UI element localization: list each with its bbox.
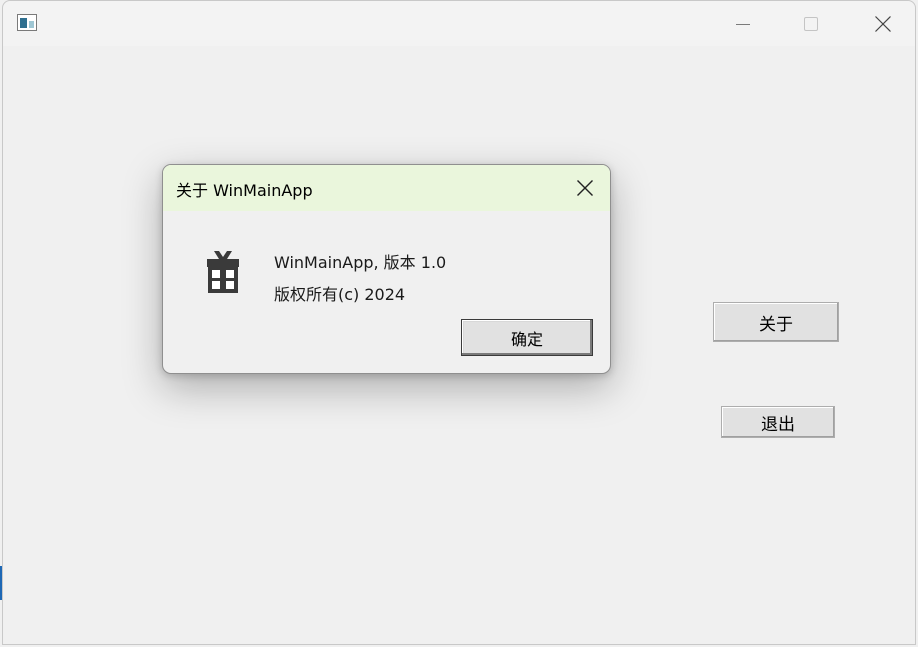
dialog-title: 关于 WinMainApp	[176, 181, 313, 200]
about-button[interactable]: 关于	[713, 302, 839, 342]
window-close-button[interactable]	[849, 1, 917, 46]
main-titlebar	[3, 1, 915, 46]
version-text: WinMainApp, 版本 1.0	[274, 253, 447, 272]
ok-button[interactable]: 确定	[461, 319, 593, 356]
close-icon	[875, 15, 891, 32]
dialog-close-button[interactable]	[570, 173, 600, 203]
about-dialog: 关于 WinMainApp WinMainApp, 版本 1.0 版权所有(c)…	[162, 164, 611, 374]
exit-button[interactable]: 退出	[721, 406, 835, 438]
close-icon	[577, 180, 593, 196]
maximize-icon	[804, 16, 818, 31]
minimize-button[interactable]	[709, 1, 777, 46]
copyright-text: 版权所有(c) 2024	[274, 285, 406, 304]
minimize-icon	[736, 23, 750, 25]
app-window-icon	[17, 14, 37, 31]
maximize-button[interactable]	[777, 1, 845, 46]
dialog-titlebar: 关于 WinMainApp	[163, 165, 610, 211]
gift-icon	[207, 251, 239, 293]
